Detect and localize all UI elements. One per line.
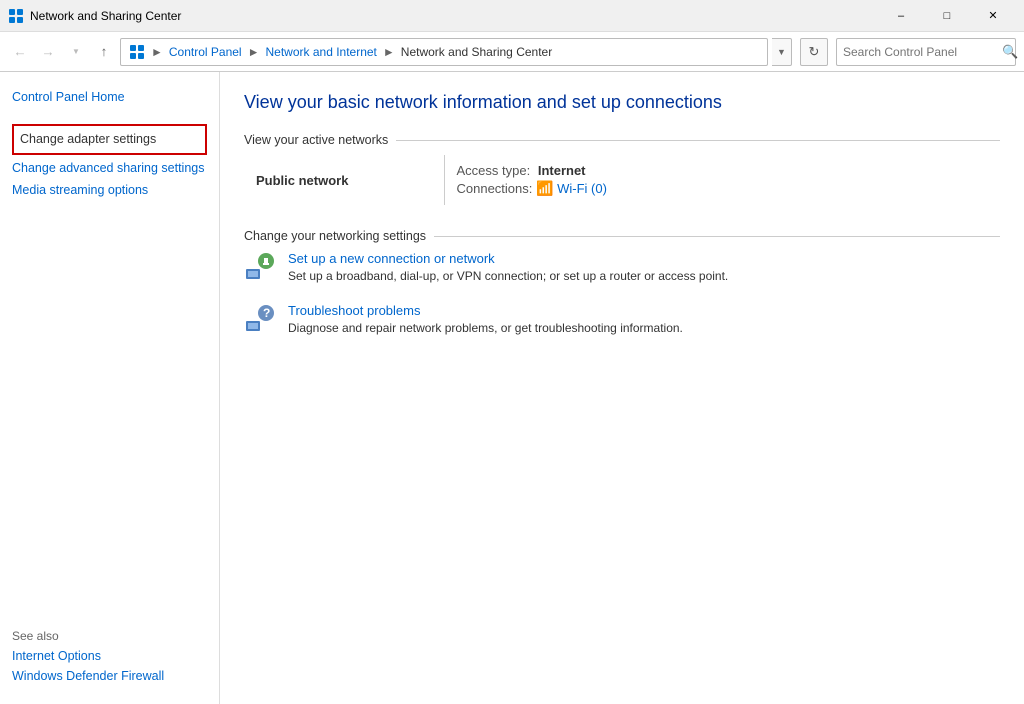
up-button[interactable]: ↑ <box>92 40 116 64</box>
sidebar-link-change-adapter[interactable]: Change adapter settings <box>12 124 207 155</box>
sidebar-link-advanced-sharing[interactable]: Change advanced sharing settings <box>12 159 207 178</box>
recent-pages-button[interactable]: ▼ <box>64 40 88 64</box>
table-row: Public network Access type: Internet Con… <box>244 155 1000 205</box>
see-also-label: See also <box>12 629 207 643</box>
troubleshoot-icon: ? <box>244 303 276 335</box>
path-sep-2: ► <box>248 45 260 59</box>
access-type-value: Internet <box>538 163 586 178</box>
path-control-panel[interactable]: Control Panel <box>169 45 242 59</box>
maximize-button[interactable]: □ <box>924 0 970 32</box>
path-current: Network and Sharing Center <box>401 45 552 59</box>
close-button[interactable]: ✕ <box>970 0 1016 32</box>
title-bar: Network and Sharing Center – □ ✕ <box>0 0 1024 32</box>
sidebar-link-windows-defender[interactable]: Windows Defender Firewall <box>12 667 207 686</box>
connections-label: Connections: <box>457 181 533 196</box>
sidebar: Control Panel Home Change adapter settin… <box>0 72 220 704</box>
sidebar-link-internet-options[interactable]: Internet Options <box>12 647 207 666</box>
svg-text:?: ? <box>263 306 270 320</box>
main-container: Control Panel Home Change adapter settin… <box>0 72 1024 704</box>
connections-row: Connections: 📶 Wi-Fi (0) <box>457 180 989 197</box>
refresh-button[interactable]: ↻ <box>800 38 828 66</box>
active-networks-header: View your active networks <box>244 133 1000 147</box>
sidebar-link-home[interactable]: Control Panel Home <box>12 88 207 107</box>
search-box[interactable]: 🔍 <box>836 38 1016 66</box>
path-sep-1: ► <box>151 45 163 59</box>
address-dropdown[interactable]: ▼ <box>772 38 792 66</box>
access-type-row: Access type: Internet <box>457 163 989 178</box>
back-button[interactable]: ← <box>8 40 32 64</box>
search-input[interactable] <box>843 45 998 59</box>
new-connection-link[interactable]: Set up a new connection or network <box>288 251 728 266</box>
new-connection-desc: Set up a broadband, dial-up, or VPN conn… <box>288 269 728 283</box>
settings-text-troubleshoot: Troubleshoot problems Diagnose and repai… <box>288 303 683 335</box>
settings-item-new-connection: Set up a new connection or network Set u… <box>244 251 1000 283</box>
settings-item-troubleshoot: ? Troubleshoot problems Diagnose and rep… <box>244 303 1000 335</box>
path-sep-3: ► <box>383 45 395 59</box>
window-title: Network and Sharing Center <box>30 9 878 23</box>
network-name: Public network <box>244 155 444 205</box>
troubleshoot-link[interactable]: Troubleshoot problems <box>288 303 683 318</box>
control-panel-icon <box>129 44 145 60</box>
forward-button[interactable]: → <box>36 40 60 64</box>
wifi-signal-icon: 📶 <box>536 180 553 196</box>
address-path: ► Control Panel ► Network and Internet ►… <box>120 38 768 66</box>
path-network-internet[interactable]: Network and Internet <box>266 45 377 59</box>
content-area: View your basic network information and … <box>220 72 1024 704</box>
minimize-button[interactable]: – <box>878 0 924 32</box>
search-icon: 🔍 <box>1002 44 1018 60</box>
settings-text-new-connection: Set up a new connection or network Set u… <box>288 251 728 283</box>
network-table: Public network Access type: Internet Con… <box>244 155 1000 205</box>
app-icon <box>8 8 24 24</box>
address-bar: ← → ▼ ↑ ► Control Panel ► Network and In… <box>0 32 1024 72</box>
window-controls: – □ ✕ <box>878 0 1016 32</box>
access-type-label: Access type: <box>457 163 531 178</box>
wifi-name-link[interactable]: Wi-Fi (0) <box>557 181 607 196</box>
network-details: Access type: Internet Connections: 📶 Wi-… <box>444 155 1000 205</box>
settings-header: Change your networking settings <box>244 229 1000 243</box>
networking-settings-section: Change your networking settings Set up a… <box>244 229 1000 335</box>
troubleshoot-desc: Diagnose and repair network problems, or… <box>288 321 683 335</box>
see-also-section: See also Internet Options Windows Defend… <box>12 629 207 689</box>
page-title: View your basic network information and … <box>244 92 1000 113</box>
new-connection-icon <box>244 251 276 283</box>
sidebar-link-media-streaming[interactable]: Media streaming options <box>12 181 207 200</box>
